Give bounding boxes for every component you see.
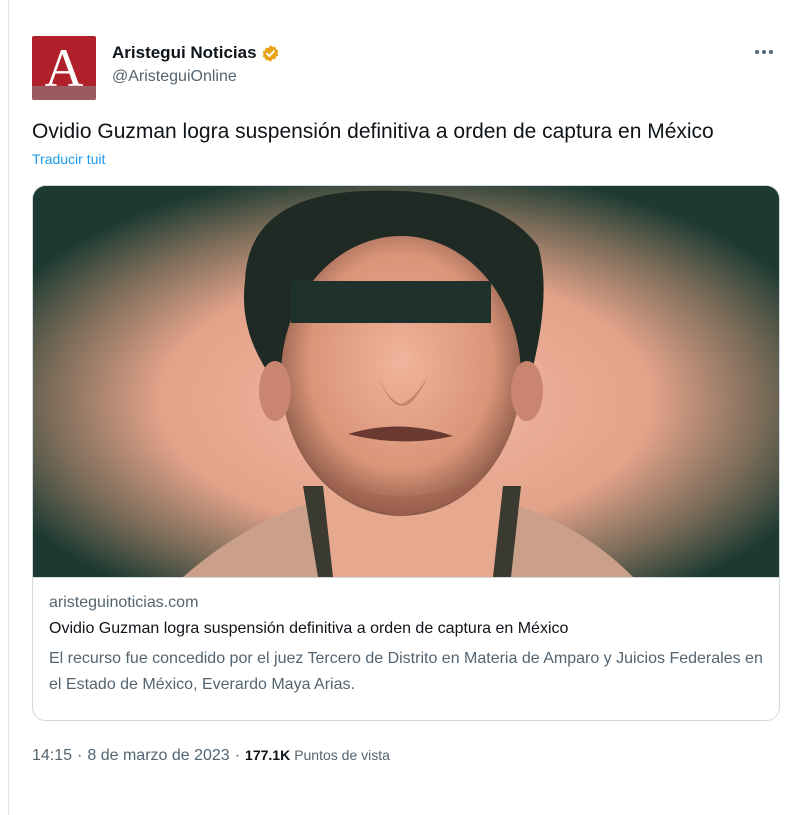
tweet-meta: 14:15 · 8 de marzo de 2023 · 177.1K Punt… (32, 747, 780, 765)
author-info: Aristegui Noticias @AristeguiOnline (112, 42, 280, 88)
avatar-logo-shadow (32, 86, 96, 100)
views-label[interactable]: Puntos de vista (294, 747, 390, 763)
card-domain: aristeguinoticias.com (49, 594, 199, 611)
card-info: aristeguinoticias.com Ovidio Guzman logr… (33, 577, 779, 720)
views-count[interactable]: 177.1K (245, 747, 290, 763)
tweet-time[interactable]: 14:15 (32, 747, 72, 765)
author-handle[interactable]: @AristeguiOnline (112, 66, 280, 88)
verified-badge-icon (262, 44, 278, 62)
translate-tweet-link[interactable]: Traducir tuit (32, 151, 780, 167)
timeline-divider (8, 0, 9, 815)
meta-separator-2: · (234, 747, 241, 764)
link-preview-card[interactable]: aristeguinoticias.com Ovidio Guzman logr… (32, 185, 780, 721)
tweet-header: A Aristegui Noticias @AristeguiOnline (32, 36, 780, 102)
card-title: Ovidio Guzman logra suspensión definitiv… (49, 620, 569, 637)
card-portrait-photo[interactable] (33, 186, 779, 577)
author-name-row: Aristegui Noticias (112, 42, 280, 64)
meta-separator: · (77, 747, 83, 764)
tweet[interactable]: A Aristegui Noticias @AristeguiOnline Ov… (32, 36, 780, 765)
card-description: El recurso fue concedido por el juez Ter… (49, 650, 763, 693)
author-display-name[interactable]: Aristegui Noticias (112, 42, 257, 64)
avatar[interactable]: A (32, 36, 96, 100)
tweet-date[interactable]: 8 de marzo de 2023 (87, 747, 229, 765)
more-options-icon[interactable] (752, 42, 776, 62)
tweet-text: Ovidio Guzman logra suspensión definitiv… (32, 120, 714, 143)
